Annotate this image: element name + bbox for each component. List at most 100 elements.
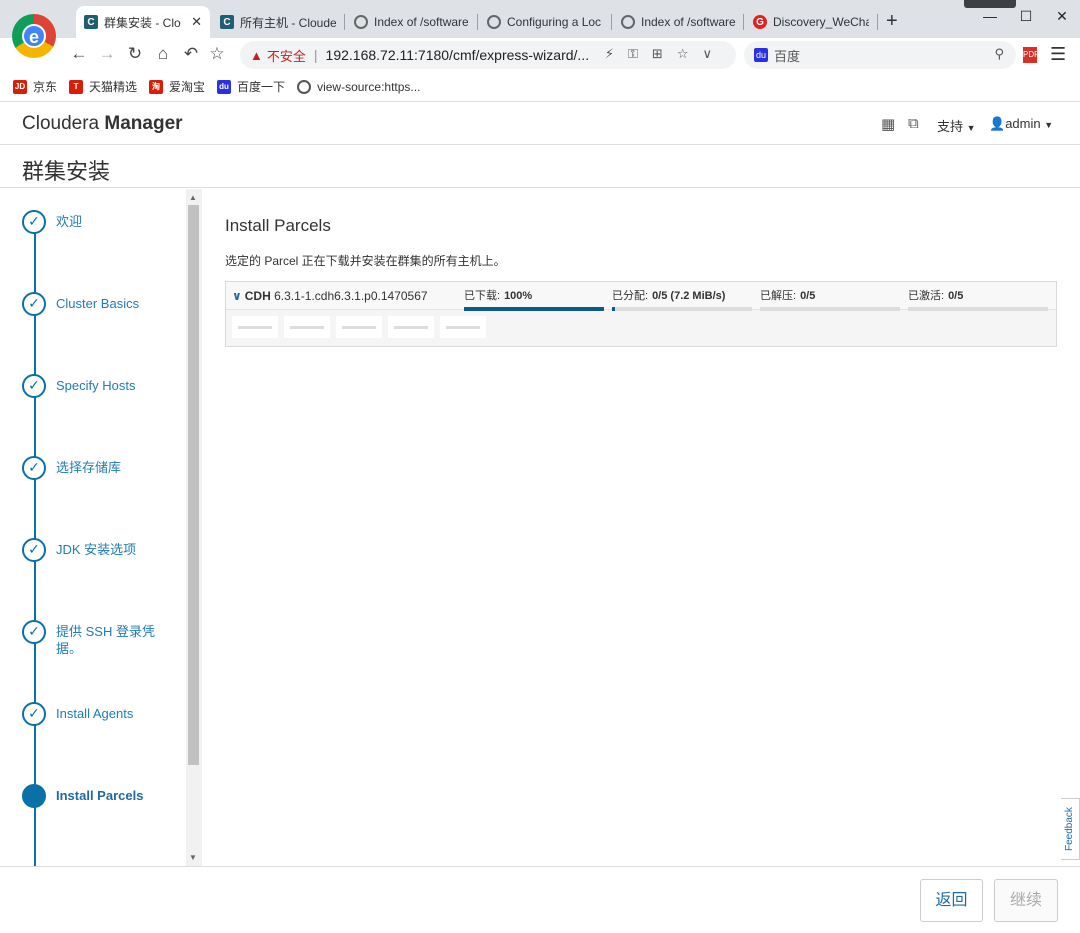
home-icon[interactable]: ⌂	[152, 44, 174, 64]
undo-icon[interactable]: ↶	[180, 44, 202, 64]
back-arrow-icon[interactable]: ←	[68, 44, 90, 64]
section-description: 选定的 Parcel 正在下载并安装在群集的所有主机上。	[225, 254, 506, 268]
browser-logo-icon: e	[12, 14, 56, 58]
parcel-toggle[interactable]: ∨ CDH 6.3.1-1.cdh6.3.1.p0.1470567	[232, 289, 428, 303]
step-jdk-options[interactable]: ✓ JDK 安装选项	[22, 538, 166, 562]
stage-downloaded: 已下载: 100%	[464, 287, 604, 311]
warning-icon: ▲	[250, 47, 263, 63]
tasks-icon[interactable]: ⧉	[908, 115, 919, 132]
stage-unpacked: 已解压: 0/5	[760, 287, 900, 311]
step-select-repository[interactable]: ✓ 选择存储库	[22, 456, 166, 480]
close-icon[interactable]: ✕	[191, 14, 202, 30]
browser-tab-bar: C 群集安装 - Clo ✕ C 所有主机 - Cloude Index of …	[0, 0, 1080, 40]
forward-arrow-icon[interactable]: →	[96, 44, 118, 64]
cloudera-c-icon: C	[84, 15, 98, 29]
globe-icon	[487, 15, 501, 29]
tmall-icon: T	[69, 79, 84, 94]
host-pill	[388, 316, 434, 338]
tab-discovery[interactable]: G Discovery_WeCha	[745, 8, 877, 36]
tab-all-hosts[interactable]: C 所有主机 - Cloude	[212, 8, 344, 36]
bookmark-tmall[interactable]: T 天猫精选	[69, 78, 137, 95]
page-title-bar: 群集安装	[0, 146, 1080, 188]
caret-down-icon: ▼	[966, 123, 976, 133]
progress-bar	[908, 307, 1048, 311]
check-icon: ✓	[22, 210, 46, 234]
insecure-label: 不安全	[266, 48, 306, 64]
star-icon[interactable]: ☆	[206, 44, 228, 64]
globe-icon	[354, 15, 368, 29]
host-pill	[284, 316, 330, 338]
taobao-icon: 淘	[149, 79, 164, 94]
cloudera-header: Cloudera Manager ▦ ⧉ 支持 ▼ 👤admin ▼	[0, 103, 1080, 145]
step-specify-hosts[interactable]: ✓ Specify Hosts	[22, 374, 166, 398]
tab-cluster-install[interactable]: C 群集安装 - Clo ✕	[76, 6, 210, 38]
bookmark-jd[interactable]: JD 京东	[13, 78, 57, 95]
check-icon: ✓	[22, 374, 46, 398]
tab-configuring[interactable]: Configuring a Loc	[479, 8, 611, 36]
step-welcome[interactable]: ✓ 欢迎	[22, 210, 166, 234]
baidu-paw-icon: du	[217, 79, 232, 94]
reload-icon[interactable]: ↻	[124, 44, 146, 64]
check-icon: ✓	[22, 292, 46, 316]
window-close-icon[interactable]: ✕	[1052, 8, 1072, 25]
new-tab-icon[interactable]: +	[886, 10, 898, 33]
globe-icon	[621, 15, 635, 29]
host-pill	[336, 316, 382, 338]
check-icon: ✓	[22, 702, 46, 726]
red-g-icon: G	[753, 15, 767, 29]
back-button[interactable]: 返回	[920, 879, 983, 922]
step-cluster-basics[interactable]: ✓ Cluster Basics	[22, 292, 166, 316]
check-icon: ✓	[22, 620, 46, 644]
hamburger-menu-icon[interactable]: ☰	[1050, 44, 1066, 65]
cloudera-c-icon: C	[220, 15, 234, 29]
search-icon[interactable]: ⚲	[994, 46, 1004, 62]
wizard-steps-sidebar: ✓ 欢迎 ✓ Cluster Basics ✓ Specify Hosts ✓ …	[0, 189, 202, 866]
step-install-agents[interactable]: ✓ Install Agents	[22, 702, 166, 726]
parcel-panel: ∨ CDH 6.3.1-1.cdh6.3.1.p0.1470567 已下载: 100…	[225, 281, 1057, 347]
bookmark-aitaobao[interactable]: 淘 爱淘宝	[149, 78, 205, 95]
host-pill	[440, 316, 486, 338]
tab-index-software-1[interactable]: Index of /software	[346, 8, 476, 36]
scroll-up-arrow-icon[interactable]: ▲	[189, 193, 197, 202]
globe-icon	[297, 79, 312, 94]
search-placeholder: 百度	[774, 48, 801, 64]
main-content: Install Parcels 选定的 Parcel 正在下载并安装在群集的所有…	[203, 189, 1080, 866]
host-progress-list	[232, 316, 492, 338]
chevron-down-icon: ∨	[232, 289, 242, 303]
maximize-icon[interactable]: ☐	[1016, 8, 1036, 25]
progress-fill	[612, 307, 615, 311]
wizard-footer: 返回 继续	[0, 866, 1080, 933]
user-icon: 👤	[989, 116, 1006, 131]
pdf-icon[interactable]: PDF	[1023, 47, 1039, 63]
search-box[interactable]: du 百度 ⚲	[744, 41, 1016, 69]
bookmarks-bar: JD 京东 T 天猫精选 淘 爱淘宝 du 百度一下 view-source:h…	[0, 72, 1080, 102]
bookmark-view-source[interactable]: view-source:https...	[297, 79, 420, 94]
step-install-parcels[interactable]: Install Parcels	[22, 784, 166, 808]
current-step-dot-icon	[22, 784, 46, 808]
host-pill	[232, 316, 278, 338]
scroll-down-arrow-icon[interactable]: ▼	[189, 853, 197, 862]
support-menu[interactable]: 支持 ▼	[937, 116, 976, 135]
address-bar[interactable]: ▲ 不安全 | 192.168.72.11:7180/cmf/express-w…	[240, 41, 736, 69]
gift-icon[interactable]: ▦	[881, 115, 895, 133]
cloudera-manager-logo[interactable]: Cloudera Manager	[22, 113, 183, 135]
bookmark-baidu[interactable]: du 百度一下	[217, 78, 285, 95]
parcel-version: 6.3.1-1.cdh6.3.1.p0.1470567	[274, 289, 428, 303]
feedback-tab[interactable]: Feedback	[1061, 798, 1080, 860]
minimize-icon[interactable]: —	[980, 8, 1000, 24]
address-bar-icons[interactable]: ⚡⚿⊞☆∨	[605, 46, 726, 62]
page-title: 群集安装	[22, 159, 111, 184]
browser-toolbar: ← → ↻ ⌂ ↶ ☆ ▲ 不安全 | 192.168.72.11:7180/c…	[0, 38, 1080, 72]
stage-activated: 已激活: 0/5	[908, 287, 1048, 311]
scrollbar-thumb[interactable]	[188, 205, 199, 765]
progress-bar	[760, 307, 900, 311]
caret-down-icon: ▼	[1044, 120, 1054, 130]
user-menu[interactable]: 👤admin ▼	[989, 116, 1053, 132]
continue-button[interactable]: 继续	[994, 879, 1058, 922]
check-icon: ✓	[22, 456, 46, 480]
tab-index-software-2[interactable]: Index of /software	[613, 8, 743, 36]
step-ssh-credentials[interactable]: ✓ 提供 SSH 登录凭据。	[22, 620, 156, 657]
parcel-header-row: ∨ CDH 6.3.1-1.cdh6.3.1.p0.1470567 已下载: 100…	[226, 282, 1056, 311]
url-text: 192.168.72.11:7180/cmf/express-wizard/..…	[325, 47, 590, 63]
sidebar-scrollbar[interactable]: ▲ ▼	[186, 189, 202, 866]
